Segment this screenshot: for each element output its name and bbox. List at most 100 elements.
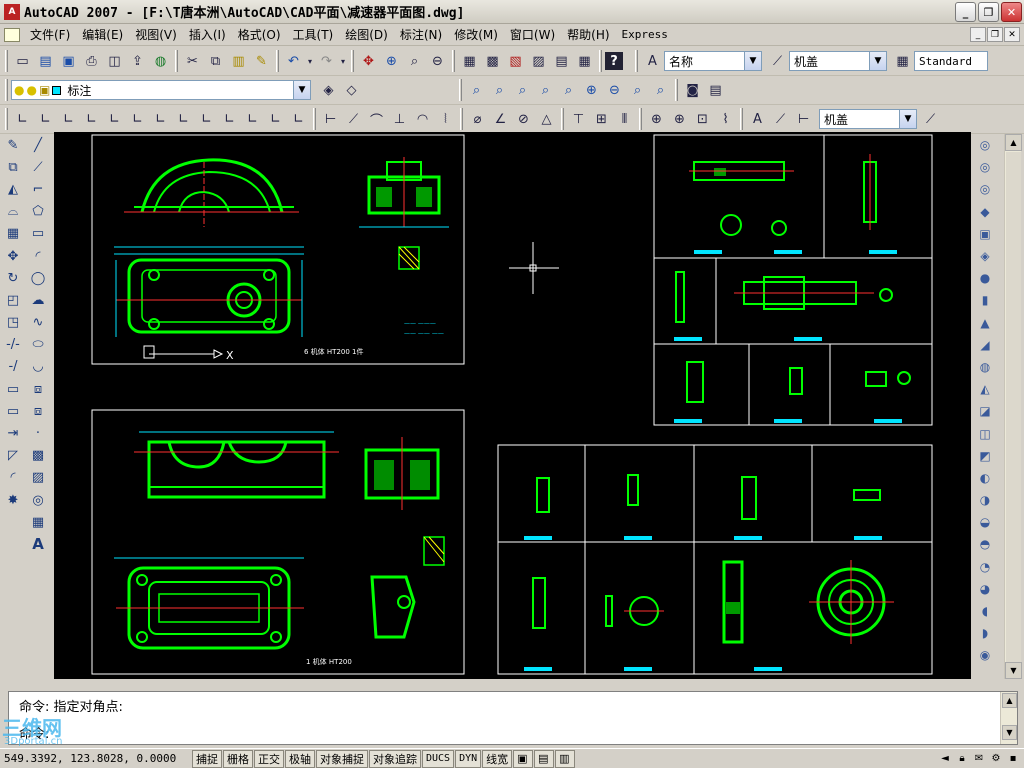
close-button[interactable]: ✕ <box>1001 2 1022 22</box>
print-icon[interactable]: ⎙ <box>80 50 103 73</box>
multiline-text-icon[interactable]: A <box>27 533 49 555</box>
menu-view[interactable]: 视图(V) <box>129 26 183 43</box>
copy-icon[interactable]: ⧉ <box>204 50 227 73</box>
layer-select[interactable]: ● ● ▣ 标注 ▼ <box>11 80 311 100</box>
table-icon[interactable]: ▦ <box>27 511 49 533</box>
model-space-icon[interactable]: ▣ <box>513 749 534 768</box>
zoom-out-icon[interactable]: ⊖ <box>603 79 626 102</box>
clean-screen-toggle-icon[interactable]: ▪ <box>1006 751 1020 765</box>
pan-icon[interactable]: ✥ <box>357 50 380 73</box>
dim-update-icon[interactable]: ⊢ <box>792 108 815 131</box>
scroll-up-icon[interactable]: ▲ <box>1005 134 1022 151</box>
tolerance-icon[interactable]: ⊕ <box>645 108 668 131</box>
zoom-center-icon[interactable]: ⌕ <box>534 79 557 102</box>
snap-toggle[interactable]: 捕捉 <box>192 749 222 768</box>
zoom-extents-icon[interactable]: ⌕ <box>649 79 672 102</box>
ucs-y-icon[interactable]: ∟ <box>241 108 264 131</box>
circle-icon[interactable]: ◯ <box>27 267 49 289</box>
doc-close-button[interactable]: ✕ <box>1004 27 1020 42</box>
break-icon[interactable]: ⫴ <box>613 108 636 131</box>
region-icon[interactable]: ◎ <box>27 489 49 511</box>
layer-states-icon[interactable]: ◇ <box>340 79 363 102</box>
jogged-linear-icon[interactable]: ⌇ <box>714 108 737 131</box>
polygon-icon[interactable]: ⬠ <box>27 201 49 223</box>
dim-text-edit-icon[interactable]: ⟋ <box>769 108 792 131</box>
globe-icon[interactable]: ◉ <box>974 644 996 666</box>
save-icon[interactable]: ▣ <box>57 50 80 73</box>
table-style-icon[interactable]: ▦ <box>891 50 914 73</box>
scroll-down-icon[interactable]: ▼ <box>1005 662 1022 679</box>
sheet-2[interactable]: 1 机体 HT200 <box>91 409 465 675</box>
cylinder-icon[interactable]: ▮ <box>974 289 996 311</box>
camera-icon[interactable]: ◙ <box>681 79 704 102</box>
ucs-zaxis-icon[interactable]: ∟ <box>172 108 195 131</box>
scale-icon[interactable]: ◰ <box>2 289 24 311</box>
zoom-realtime-icon[interactable]: ⊕ <box>380 50 403 73</box>
ucs-apply-icon[interactable]: ∟ <box>287 108 310 131</box>
section-icon[interactable]: ◫ <box>974 422 996 444</box>
radius-dimension-icon[interactable]: ◠ <box>411 108 434 131</box>
loft-icon[interactable]: ◒ <box>974 511 996 533</box>
chevron-down-icon[interactable]: ▼ <box>293 81 310 99</box>
sheet-4[interactable] <box>497 444 933 675</box>
document-icon[interactable] <box>4 27 20 42</box>
stretch-icon[interactable]: ◳ <box>2 312 24 334</box>
ordinate-dimension-icon[interactable]: ⊥ <box>388 108 411 131</box>
doc-minimize-button[interactable]: _ <box>970 27 986 42</box>
jogged-dimension-icon[interactable]: ⦚ <box>434 108 457 131</box>
globe-icon[interactable]: ◍ <box>149 50 172 73</box>
menu-format[interactable]: 格式(O) <box>232 26 287 43</box>
menu-window[interactable]: 窗口(W) <box>504 26 561 43</box>
offset-icon[interactable]: ⌓ <box>2 201 24 223</box>
zoom-window-icon[interactable]: ⌕ <box>465 79 488 102</box>
shell-icon[interactable]: ◓ <box>974 533 996 555</box>
revision-cloud-icon[interactable]: ☁ <box>27 289 49 311</box>
design-center-icon[interactable]: ▩ <box>481 50 504 73</box>
chamfer-icon[interactable]: ◸ <box>2 445 24 467</box>
ucs-previous-icon[interactable]: ∟ <box>57 108 80 131</box>
menu-tools[interactable]: 工具(T) <box>287 26 340 43</box>
new-file-icon[interactable]: ▭ <box>11 50 34 73</box>
publish-icon[interactable]: ⇪ <box>126 50 149 73</box>
baseline-dimension-icon[interactable]: △ <box>535 108 558 131</box>
chevron-down-icon[interactable]: ▼ <box>869 52 886 70</box>
ucs-object-icon[interactable]: ∟ <box>103 108 126 131</box>
vertical-scrollbar[interactable]: ▲ ▼ <box>1004 134 1022 679</box>
inspection-icon[interactable]: ⊡ <box>691 108 714 131</box>
aligned-dimension-icon[interactable]: ⟋ <box>342 108 365 131</box>
angular-dimension-icon[interactable]: ∠ <box>489 108 512 131</box>
drawing-canvas[interactable]: —— ——— —— —— —— 6 机体 HT200 1件 X 1 机体 HT2… <box>54 132 971 679</box>
calculator-icon[interactable]: ▦ <box>573 50 596 73</box>
break-point-icon[interactable]: ▭ <box>2 378 24 400</box>
interfere-icon[interactable]: ◩ <box>974 445 996 467</box>
ellipse-arc-icon[interactable]: ◡ <box>27 356 49 378</box>
point-icon[interactable]: · <box>27 422 49 444</box>
open-icon[interactable]: ▤ <box>34 50 57 73</box>
minimize-button[interactable]: _ <box>955 2 976 22</box>
ortho-toggle[interactable]: 正交 <box>254 749 284 768</box>
ucs-icon[interactable]: ∟ <box>11 108 34 131</box>
explode-icon[interactable]: ✸ <box>2 489 24 511</box>
zoom-dynamic-icon[interactable]: ⌕ <box>488 79 511 102</box>
rectangle-icon[interactable]: ▭ <box>27 223 49 245</box>
ucs-view-icon[interactable]: ∟ <box>126 108 149 131</box>
sphere-icon[interactable]: ● <box>974 267 996 289</box>
zoom-scale-icon[interactable]: ⌕ <box>511 79 534 102</box>
mirror-icon[interactable]: ◭ <box>2 178 24 200</box>
menu-edit[interactable]: 编辑(E) <box>76 26 129 43</box>
osnap-toggle[interactable]: 对象捕捉 <box>316 749 368 768</box>
menu-draw[interactable]: 绘图(D) <box>339 26 394 43</box>
dyn-toggle[interactable]: DYN <box>455 749 482 768</box>
extrude-icon[interactable]: ◆ <box>974 201 996 223</box>
scroll-up-icon[interactable]: ▲ <box>1002 693 1017 708</box>
text-style-select[interactable]: 名称 ▼ <box>664 51 762 71</box>
arc-length-icon[interactable]: ⌒ <box>365 108 388 131</box>
undo-icon[interactable]: ↶ <box>282 50 305 73</box>
otrack-toggle[interactable]: 对象追踪 <box>369 749 421 768</box>
layout-icon[interactable]: ▤ <box>534 749 555 768</box>
dim-style-icon[interactable]: ⟋ <box>766 50 789 73</box>
polar-toggle[interactable]: 极轴 <box>285 749 315 768</box>
continue-dimension-icon[interactable]: ⊤ <box>567 108 590 131</box>
communication-icon[interactable]: ✉ <box>972 751 986 765</box>
orbit-icon[interactable]: ◗ <box>974 622 996 644</box>
